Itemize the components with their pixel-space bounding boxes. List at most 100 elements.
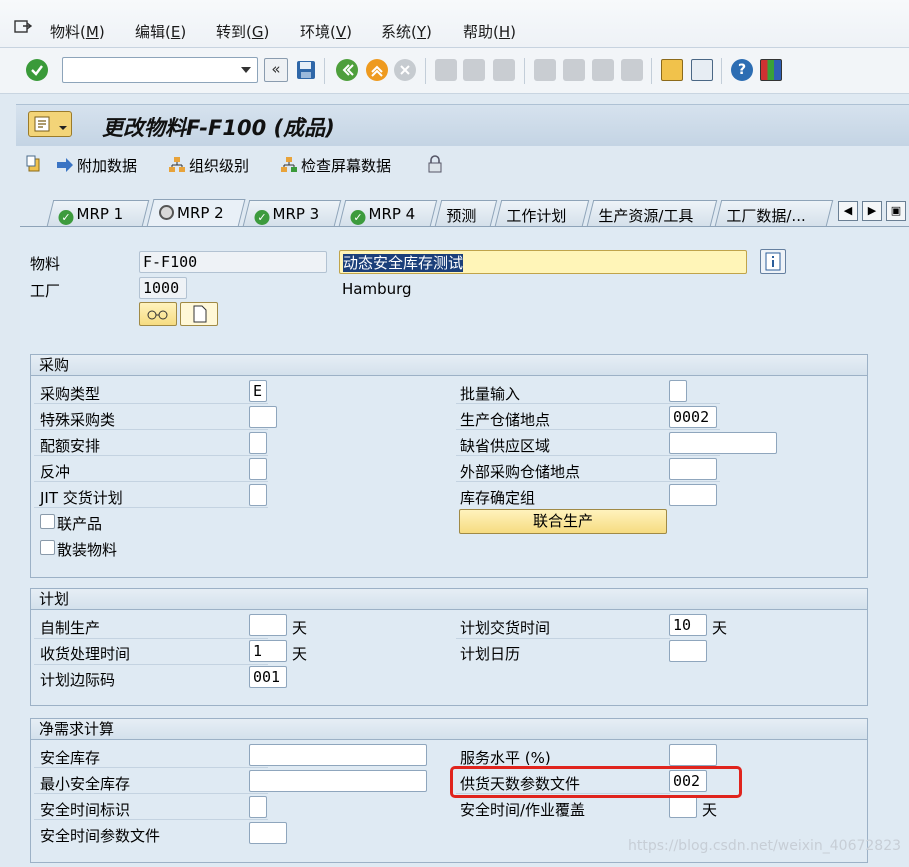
planning-calendar-label: 计划日历 [460, 645, 521, 663]
new-session-icon[interactable] [661, 59, 683, 81]
classification-icon[interactable] [139, 302, 177, 326]
net-requirements-group-title: 净需求计算 [31, 719, 867, 740]
joint-production-button[interactable]: 联合生产 [459, 509, 667, 534]
safety-time-indicator-label: 安全时间标识 [40, 801, 131, 819]
tab-scroll-left-icon[interactable]: ◀ [838, 201, 858, 221]
procurement-group: 采购 [30, 354, 868, 578]
sm-key-field[interactable]: 001 [249, 666, 287, 688]
collapse-left-icon[interactable]: « [264, 58, 288, 82]
command-field[interactable] [62, 57, 258, 83]
find-icon[interactable] [463, 59, 485, 81]
safety-time-profile-field[interactable] [249, 822, 287, 844]
storage-determination-field[interactable] [669, 484, 717, 506]
application-toolbar: 附加数据 组织级别 检查屏幕数据 [16, 146, 909, 184]
plant-field[interactable]: 1000 [139, 277, 187, 299]
coproduct-checkbox[interactable] [40, 514, 55, 529]
help-icon[interactable]: ? [731, 59, 753, 81]
page-title: 更改物料F-F100 (成品) [102, 116, 335, 140]
save-icon[interactable] [295, 59, 317, 81]
tab-prt[interactable]: 生产资源/工具 [586, 200, 718, 226]
bulk-material-checkbox[interactable] [40, 540, 55, 555]
menu-goto[interactable]: 转到(G) [216, 21, 269, 42]
menu-environment[interactable]: 环境(V) [300, 21, 352, 42]
chevron-down-icon[interactable] [241, 67, 251, 73]
customize-layout-icon[interactable] [760, 59, 782, 81]
menu-toggle-icon[interactable] [14, 19, 33, 35]
special-procurement-field[interactable] [249, 406, 277, 428]
menu-system[interactable]: 系统(Y) [381, 21, 432, 42]
lock-icon[interactable] [426, 155, 447, 174]
service-level-label: 服务水平 (%) [460, 749, 551, 767]
info-icon[interactable] [760, 249, 786, 274]
org-levels-button[interactable]: 组织级别 [168, 155, 249, 176]
next-page-icon[interactable] [592, 59, 614, 81]
tab-mrp2[interactable]: MRP 2 [146, 199, 246, 227]
back-icon[interactable] [336, 59, 358, 81]
additional-data-button[interactable]: 附加数据 [56, 155, 137, 176]
quota-arrangement-field[interactable] [249, 432, 267, 454]
check-screen-data-button[interactable]: 检查屏幕数据 [280, 155, 391, 176]
title-bar: 更改物料F-F100 (成品) [16, 104, 909, 146]
document-icon[interactable] [180, 302, 218, 326]
safety-time-indicator-field[interactable] [249, 796, 267, 818]
material-screen-icon[interactable] [28, 111, 72, 137]
gr-processing-time-unit: 天 [292, 645, 308, 663]
jit-delivery-field[interactable] [249, 484, 267, 506]
gear-icon [159, 205, 174, 220]
plant-name: Hamburg [342, 280, 412, 298]
inhouse-production-label: 自制生产 [40, 619, 101, 637]
status-ok-icon: ✓ [254, 210, 270, 225]
previous-page-icon[interactable] [563, 59, 585, 81]
min-safety-stock-field[interactable] [249, 770, 427, 792]
tab-list-icon[interactable]: ▣ [886, 201, 906, 221]
cancel-icon[interactable] [394, 59, 416, 81]
procurement-type-label: 采购类型 [40, 385, 101, 403]
exit-icon[interactable] [366, 59, 388, 81]
tab-plant-data[interactable]: 工厂数据/... [714, 200, 834, 226]
material-description-field[interactable]: 动态安全库存测试 [339, 250, 747, 274]
material-description-selection: 动态安全库存测试 [343, 254, 464, 272]
print-icon[interactable] [435, 59, 457, 81]
safety-stock-field[interactable] [249, 744, 427, 766]
copy-from-button[interactable] [26, 155, 47, 174]
planning-calendar-field[interactable] [669, 640, 707, 662]
inhouse-production-field[interactable] [249, 614, 287, 636]
safety-time-profile-label: 安全时间参数文件 [40, 827, 161, 845]
status-ok-icon: ✓ [58, 210, 74, 225]
default-supply-area-field[interactable] [669, 432, 777, 454]
jit-delivery-label: JIT 交货计划 [40, 489, 123, 507]
batch-entry-field[interactable] [669, 380, 687, 402]
safety-time-act-cov-field[interactable] [669, 796, 697, 818]
material-field[interactable]: F-F100 [139, 251, 327, 273]
ext-proc-storage-location-field[interactable] [669, 458, 717, 480]
safety-time-act-cov-label: 安全时间/作业覆盖 [460, 801, 586, 819]
tab-mrp3[interactable]: ✓ MRP 3 [242, 200, 342, 226]
default-supply-area-label: 缺省供应区域 [460, 437, 551, 455]
batch-entry-label: 批量输入 [460, 385, 521, 403]
gr-processing-time-field[interactable]: 1 [249, 640, 287, 662]
copy-icon [26, 155, 40, 172]
special-procurement-label: 特殊采购类 [40, 411, 116, 429]
backflush-field[interactable] [249, 458, 267, 480]
tab-forecast[interactable]: 预测 [434, 200, 498, 226]
coproduct-label: 联产品 [57, 515, 103, 533]
procurement-type-field[interactable]: E [249, 380, 267, 402]
org-hierarchy-icon [169, 157, 185, 172]
service-level-field[interactable] [669, 744, 717, 766]
tab-mrp1[interactable]: ✓ MRP 1 [46, 200, 150, 226]
tab-mrp4[interactable]: ✓ MRP 4 [338, 200, 438, 226]
planned-delivery-time-field[interactable]: 10 [669, 614, 707, 636]
find-next-icon[interactable] [493, 59, 515, 81]
tab-scroll-right-icon[interactable]: ▶ [862, 201, 882, 221]
min-safety-stock-label: 最小安全库存 [40, 775, 131, 793]
create-shortcut-icon[interactable] [691, 59, 713, 81]
menu-material[interactable]: 物料(M) [50, 21, 105, 42]
first-page-icon[interactable] [534, 59, 556, 81]
menu-edit[interactable]: 编辑(E) [135, 21, 186, 42]
enter-check-icon[interactable] [26, 59, 48, 81]
tab-work-scheduling[interactable]: 工作计划 [494, 200, 590, 226]
gr-processing-time-label: 收货处理时间 [40, 645, 131, 663]
prod-storage-location-field[interactable]: 0002 [669, 406, 717, 428]
menu-help[interactable]: 帮助(H) [463, 21, 516, 42]
last-page-icon[interactable] [621, 59, 643, 81]
